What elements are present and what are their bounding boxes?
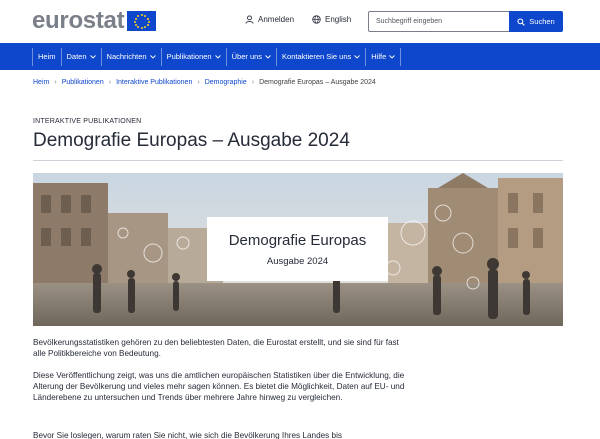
body-paragraph: Bevor Sie loslegen, warum raten Sie nich… — [33, 431, 343, 439]
chevron-down-icon — [389, 54, 396, 59]
breadcrumb-link[interactable]: Demographie — [205, 79, 247, 86]
search-button[interactable]: Suchen — [509, 11, 563, 32]
search-button-label: Suchen — [529, 17, 555, 26]
magnifier-icon — [517, 17, 526, 26]
nav-label: Nachrichten — [106, 52, 147, 61]
breadcrumb-chevron-icon: › — [108, 79, 112, 86]
hero-title: Demografie Europas — [228, 231, 367, 249]
breadcrumb-current: Demografie Europas – Ausgabe 2024 — [259, 79, 376, 86]
title-divider — [33, 160, 563, 161]
nav-item-home[interactable]: Heim — [32, 47, 61, 66]
breadcrumb-chevron-icon: › — [197, 79, 200, 86]
nav-label: Über uns — [231, 52, 263, 61]
page-kicker: INTERAKTIVE PUBLIKATIONEN — [33, 118, 142, 125]
nav-label: Heim — [38, 52, 56, 61]
intro-paragraph: Bevölkerungsstatistiken gehören zu den b… — [33, 338, 399, 359]
login-link[interactable]: Anmelden — [245, 15, 294, 24]
breadcrumb-chevron-icon: › — [251, 79, 255, 86]
page-title: Demografie Europas – Ausgabe 2024 — [33, 130, 350, 151]
hero-banner: Demografie Europas Ausgabe 2024 — [33, 173, 563, 326]
language-selector[interactable]: English — [312, 15, 351, 24]
main-navigation: Heim Daten Nachrichten Publikationen Übe… — [0, 43, 600, 70]
nav-item-data[interactable]: Daten — [60, 47, 101, 66]
nav-label: Daten — [66, 52, 87, 61]
nav-item-about[interactable]: Über uns — [225, 47, 276, 66]
nav-label: Hilfe — [371, 52, 387, 61]
nav-item-publications[interactable]: Publikationen — [160, 47, 226, 66]
breadcrumb-link[interactable]: Publikationen — [62, 79, 104, 86]
login-label: Anmelden — [258, 15, 295, 24]
nav-item-contact[interactable]: Kontaktieren Sie uns — [276, 47, 365, 66]
language-label: English — [325, 15, 352, 24]
hero-subtitle: Ausgabe 2024 — [266, 255, 329, 267]
breadcrumb: Heim › Publikationen › Interaktive Publi… — [33, 79, 376, 86]
nav-item-news[interactable]: Nachrichten — [100, 47, 161, 66]
user-icon — [245, 15, 254, 24]
globe-icon — [312, 15, 321, 24]
body-paragraph: Diese Veröffentlichung zeigt, was uns di… — [33, 371, 405, 403]
chevron-down-icon — [149, 54, 156, 59]
eu-flag-icon — [127, 11, 157, 31]
nav-item-help[interactable]: Hilfe — [365, 47, 402, 66]
site-header: eurostat Anmelden English Suchbegriff ei… — [0, 0, 600, 43]
breadcrumb-link[interactable]: Heim — [33, 79, 49, 86]
breadcrumb-chevron-icon: › — [54, 79, 57, 86]
search-input[interactable]: Suchbegriff eingeben — [368, 11, 509, 32]
eurostat-logo[interactable]: eurostat — [32, 7, 157, 34]
chevron-down-icon — [265, 54, 271, 59]
chevron-down-icon — [214, 54, 221, 59]
logo-text: eurostat — [32, 7, 125, 34]
search-placeholder: Suchbegriff eingeben — [376, 18, 443, 25]
breadcrumb-link[interactable]: Interaktive Publikationen — [116, 79, 192, 86]
nav-label: Kontaktieren Sie uns — [282, 52, 352, 61]
chevron-down-icon — [354, 54, 361, 59]
hero-title-card: Demografie Europas Ausgabe 2024 — [207, 217, 388, 281]
chevron-down-icon — [89, 54, 96, 59]
nav-label: Publikationen — [166, 52, 212, 61]
